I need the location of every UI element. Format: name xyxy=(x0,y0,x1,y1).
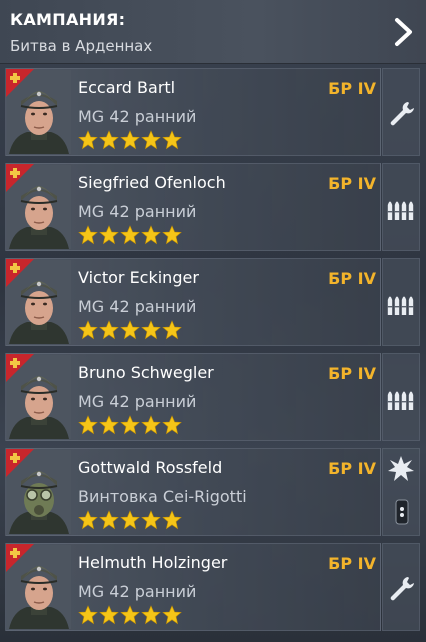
star-icon xyxy=(162,320,182,340)
star-icon xyxy=(78,320,98,340)
star-icon xyxy=(162,225,182,245)
campaign-label: КАМПАНИЯ: xyxy=(10,10,126,29)
soldier-weapon: Винтовка Cei-Rigotti xyxy=(78,487,247,506)
soldier-weapon: MG 42 ранний xyxy=(78,202,197,221)
star-icon xyxy=(141,605,161,625)
rank-badge-icon xyxy=(6,354,34,382)
soldier-row[interactable]: Victor Eckinger MG 42 ранний БР IV xyxy=(5,258,381,346)
battle-rating: БР IV xyxy=(328,174,376,193)
rank-badge-icon xyxy=(6,259,34,287)
star-icon xyxy=(120,225,140,245)
star-icon xyxy=(120,510,140,530)
star-icon xyxy=(120,415,140,435)
soldier-row[interactable]: Bruno Schwegler MG 42 ранний БР IV xyxy=(5,353,381,441)
soldier-weapon: MG 42 ранний xyxy=(78,392,197,411)
star-icon xyxy=(162,130,182,150)
star-rating xyxy=(78,320,182,340)
campaign-name: Битва в Арденнах xyxy=(10,37,153,55)
star-icon xyxy=(78,510,98,530)
star-icon xyxy=(162,415,182,435)
soldier-row[interactable]: Eccard Bartl MG 42 ранний БР IV xyxy=(5,68,381,156)
soldier-action-button[interactable] xyxy=(382,543,420,631)
star-rating xyxy=(78,415,182,435)
star-icon xyxy=(99,320,119,340)
star-icon xyxy=(78,225,98,245)
battle-rating: БР IV xyxy=(328,79,376,98)
star-icon xyxy=(99,510,119,530)
soldier-weapon: MG 42 ранний xyxy=(78,582,197,601)
star-icon xyxy=(120,605,140,625)
rank-badge-icon xyxy=(6,449,34,477)
grenade-slot-icon xyxy=(395,499,409,525)
star-icon xyxy=(141,320,161,340)
star-icon xyxy=(141,225,161,245)
soldier-action-button[interactable] xyxy=(382,258,420,346)
star-icon xyxy=(141,510,161,530)
soldier-action-button[interactable] xyxy=(382,353,420,441)
star-rating xyxy=(78,510,182,530)
star-icon xyxy=(99,225,119,245)
rank-badge-icon xyxy=(6,544,34,572)
soldier-weapon: MG 42 ранний xyxy=(78,297,197,316)
soldier-action-button[interactable] xyxy=(382,68,420,156)
rank-badge-icon xyxy=(6,69,34,97)
star-icon xyxy=(141,130,161,150)
battle-rating: БР IV xyxy=(328,364,376,383)
star-icon xyxy=(162,605,182,625)
soldier-name: Siegfried Ofenloch xyxy=(78,173,226,192)
star-icon xyxy=(120,320,140,340)
soldier-row[interactable]: Helmuth Holzinger MG 42 ранний БР IV xyxy=(5,543,381,631)
campaign-header[interactable]: КАМПАНИЯ: Битва в Арденнах xyxy=(0,0,426,64)
star-rating xyxy=(78,605,182,625)
star-icon xyxy=(78,415,98,435)
star-icon xyxy=(99,415,119,435)
star-icon xyxy=(99,605,119,625)
soldier-name: Bruno Schwegler xyxy=(78,363,214,382)
soldier-weapon: MG 42 ранний xyxy=(78,107,197,126)
soldier-row[interactable]: Gottwald Rossfeld Винтовка Cei-Rigotti БР … xyxy=(5,448,381,536)
star-icon xyxy=(99,130,119,150)
star-icon xyxy=(141,415,161,435)
soldier-row[interactable]: Siegfried Ofenloch MG 42 ранний БР IV xyxy=(5,163,381,251)
soldier-action-button[interactable] xyxy=(382,448,420,536)
battle-rating: БР IV xyxy=(328,554,376,573)
soldier-name: Helmuth Holzinger xyxy=(78,553,228,572)
star-rating xyxy=(78,130,182,150)
soldier-name: Gottwald Rossfeld xyxy=(78,458,223,477)
chevron-right-icon[interactable] xyxy=(388,14,418,50)
battle-rating: БР IV xyxy=(328,459,376,478)
star-icon xyxy=(162,510,182,530)
battle-rating: БР IV xyxy=(328,269,376,288)
soldier-action-button[interactable] xyxy=(382,163,420,251)
soldier-name: Victor Eckinger xyxy=(78,268,199,287)
star-rating xyxy=(78,225,182,245)
star-icon xyxy=(120,130,140,150)
star-icon xyxy=(78,130,98,150)
soldier-name: Eccard Bartl xyxy=(78,78,176,97)
rank-badge-icon xyxy=(6,164,34,192)
star-icon xyxy=(78,605,98,625)
